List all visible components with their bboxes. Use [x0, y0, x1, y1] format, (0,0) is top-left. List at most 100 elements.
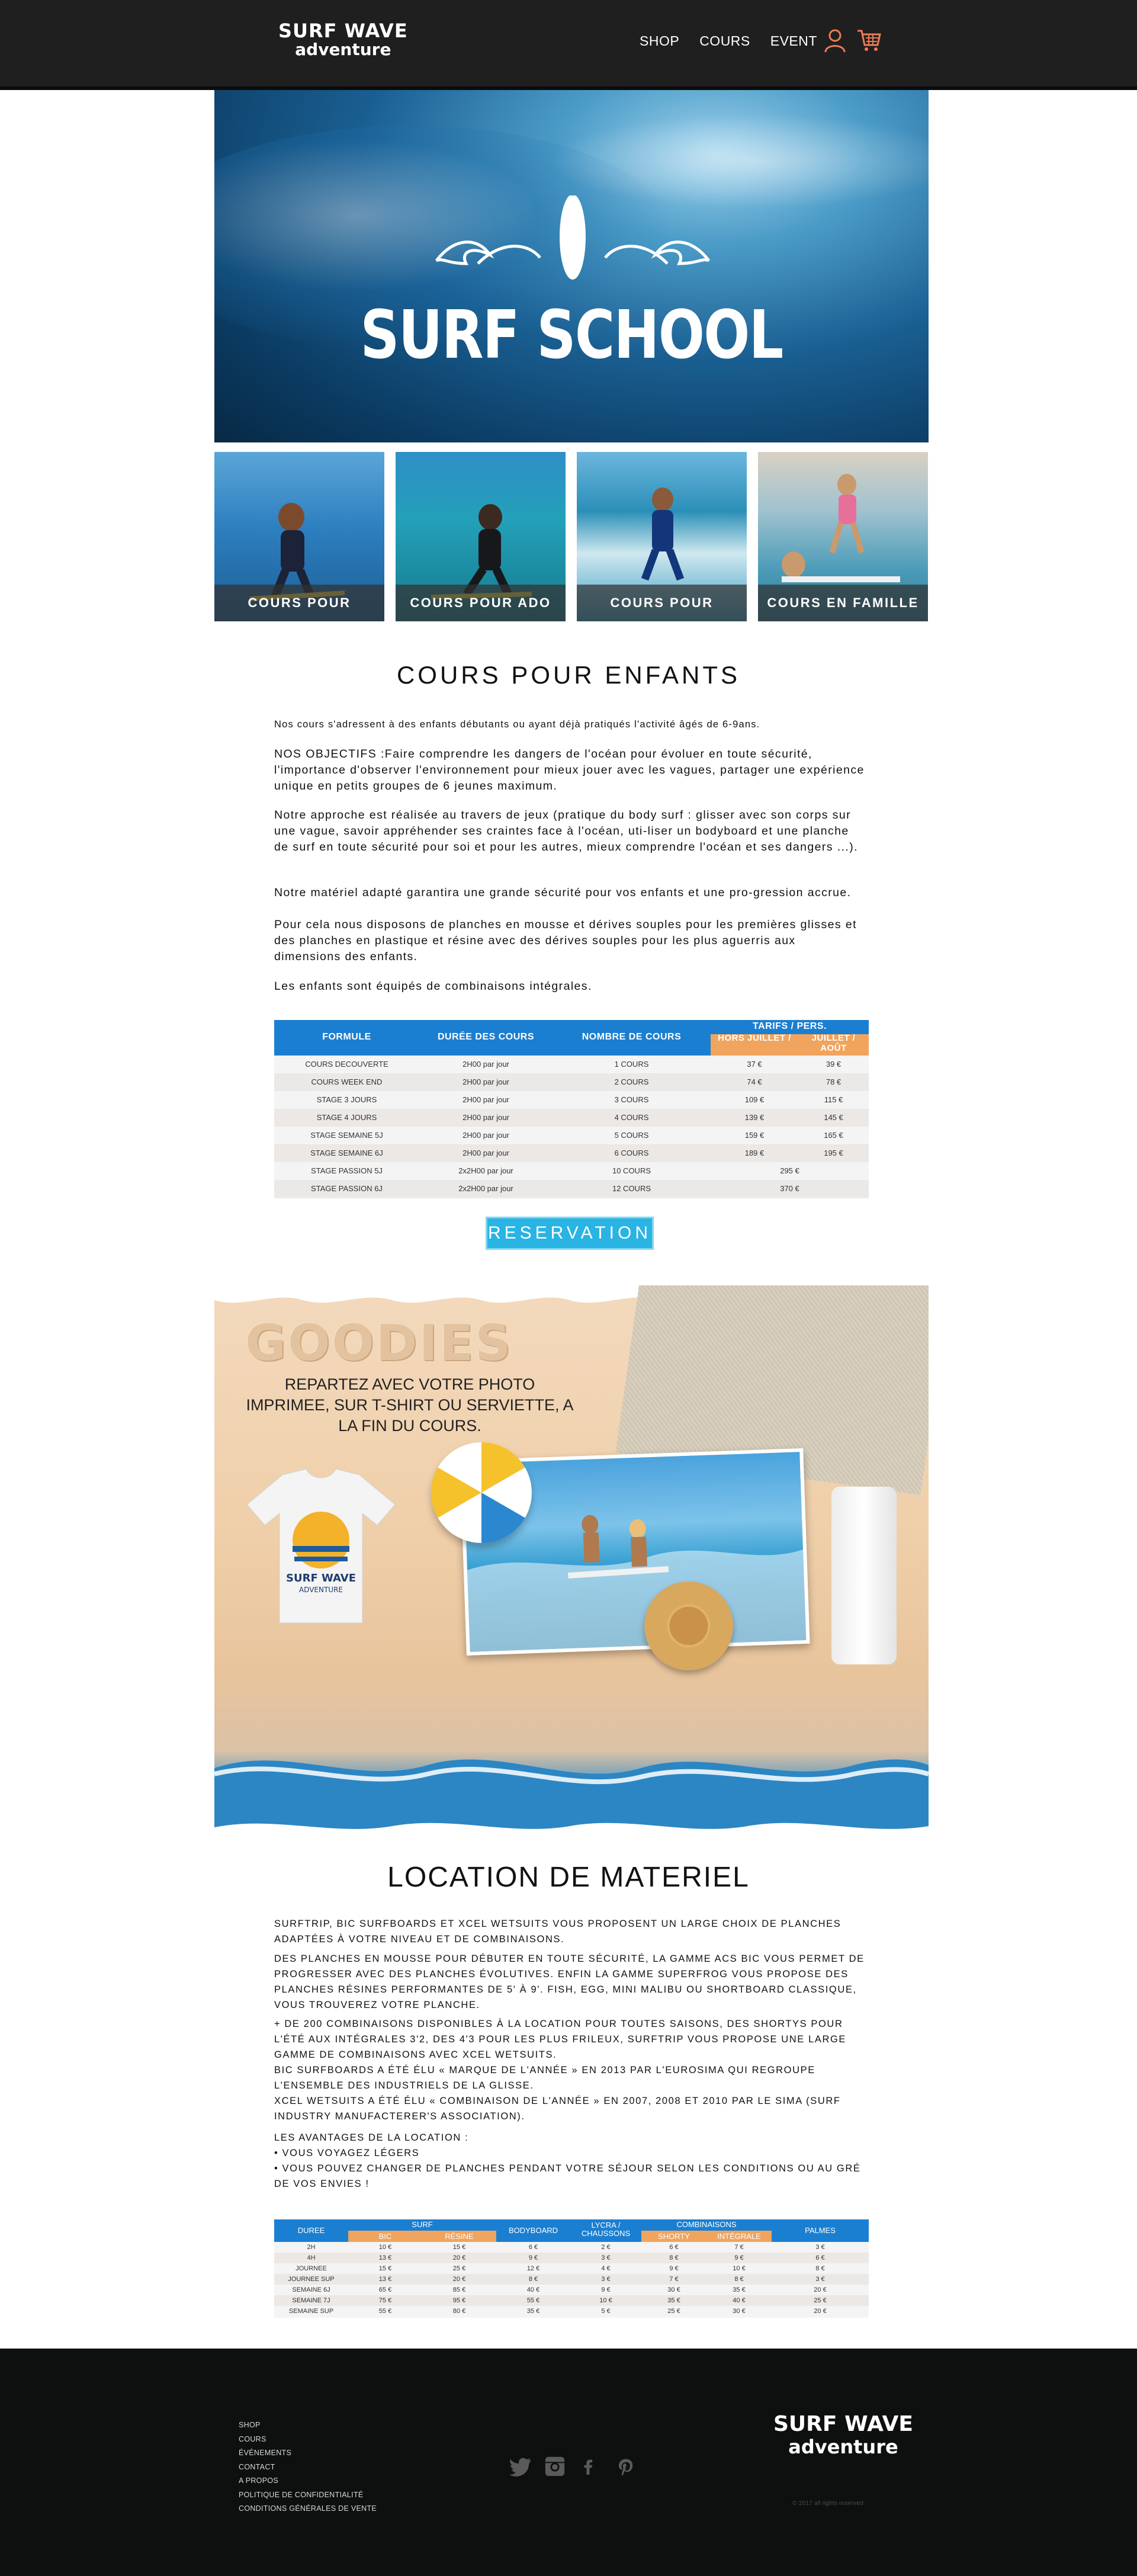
footer-link-shop[interactable]: SHOP	[239, 2418, 377, 2433]
th-combinaisons: COMBINAISONS	[676, 2220, 737, 2229]
cell: 13 €	[378, 2254, 392, 2261]
cours-approche: Notre approche est réalisée au travers d…	[274, 809, 858, 854]
cell: 2H00 par jour	[462, 1077, 509, 1086]
cell: 145 €	[824, 1113, 843, 1122]
logo-line1: SURF WAVE	[278, 20, 408, 42]
th-tarifs: TARIFS / PERS.	[753, 1021, 827, 1031]
table-row: COURS DECOUVERTE 2H00 par jour 1 COURS 3…	[274, 1056, 869, 1073]
cell: 6 €	[669, 2244, 679, 2251]
location-b2: • Vous pouvez changer de planches pendan…	[274, 2163, 861, 2189]
card-famille[interactable]: COURS EN FAMILLE	[758, 452, 928, 621]
cell: 4H	[307, 2254, 316, 2261]
social-links	[507, 2455, 641, 2479]
card-ado[interactable]: COURS POUR ADO	[396, 452, 566, 621]
cell: 3 €	[601, 2276, 611, 2283]
cell: 37 €	[747, 1060, 762, 1069]
nav-cours[interactable]: COURS	[699, 33, 750, 49]
cell: 65 €	[378, 2286, 392, 2293]
location-table: DUREE SURF BIC RÉSINE BODYBOARD LYCRA / …	[274, 2219, 869, 2318]
course-cards: COURS POUR ENFANTS COURS POUR ADO COURS …	[214, 452, 929, 621]
cell: 159 €	[744, 1131, 765, 1140]
cell: 95 €	[452, 2297, 466, 2304]
goodies-title: GOODIES	[245, 1314, 513, 1372]
location-b1: • Vous voyagez légers	[274, 2148, 420, 2158]
cell: 2 €	[601, 2244, 611, 2251]
cell: 20 €	[814, 2308, 827, 2315]
th-nombre: NOMBRE DE COURS	[582, 1032, 682, 1042]
cart-icon[interactable]	[856, 27, 882, 53]
cell: 5 €	[601, 2308, 611, 2315]
th-bodyboard: BODYBOARD	[508, 2226, 558, 2235]
cell: 10 COURS	[612, 1166, 651, 1175]
card-label: COURS POUR ADO	[396, 585, 566, 621]
cell: 10 €	[733, 2265, 746, 2272]
card-adultes[interactable]: COURS POUR ADULTES	[577, 452, 747, 621]
table-row: STAGE SEMAINE 6J 2H00 par jour 6 COURS 1…	[274, 1144, 869, 1162]
card-enfants[interactable]: COURS POUR ENFANTS	[214, 452, 384, 621]
cell: 165 €	[824, 1131, 843, 1140]
footer-link-evenements[interactable]: ÉVÉNEMENTS	[239, 2446, 377, 2460]
footer-link-apropos[interactable]: A PROPOS	[239, 2474, 377, 2488]
cell: 30 €	[733, 2308, 746, 2315]
surfboard-waves-icon	[435, 195, 710, 280]
reservation-button[interactable]: RESERVATION	[486, 1217, 654, 1250]
cell: 40 €	[526, 2286, 540, 2293]
cell: 2H00 par jour	[462, 1060, 509, 1069]
table-row: SEMAINE 7J 75 € 95 € 55 € 10 € 35 € 40 €…	[274, 2295, 869, 2306]
cell: 2H00 par jour	[462, 1113, 509, 1122]
table-row: JOURNEE SUP 13 € 20 € 8 € 3 € 7 € 8 € 3 …	[274, 2274, 869, 2285]
cell: 7 €	[669, 2276, 679, 2283]
facebook-icon[interactable]	[580, 2455, 604, 2479]
th-palmes: PALMES	[805, 2226, 836, 2235]
tshirt-text-2: ADVENTURE	[299, 1586, 343, 1594]
footer-link-cours[interactable]: COURS	[239, 2433, 377, 2447]
table-row: STAGE PASSION 5J 2x2H00 par jour 10 COUR…	[274, 1162, 869, 1180]
cours-intro: Nos cours s'adressent à des enfants débu…	[274, 719, 760, 730]
cell: 12 €	[526, 2265, 540, 2272]
cell: 13 €	[378, 2276, 392, 2283]
cell: 20 €	[452, 2254, 466, 2261]
pinterest-icon[interactable]	[617, 2455, 641, 2479]
th-duree: DURÉE DES COURS	[437, 1032, 535, 1042]
twitter-icon[interactable]	[507, 2455, 531, 2479]
nav-event[interactable]: EVENT	[770, 33, 817, 49]
cell: 15 €	[378, 2265, 392, 2272]
cell: STAGE SEMAINE 6J	[310, 1149, 383, 1157]
nav-shop[interactable]: SHOP	[640, 33, 679, 49]
cell: 4 €	[601, 2265, 611, 2272]
location-avantages: Les avantages de la location :	[274, 2132, 469, 2143]
cell: 25 €	[667, 2308, 680, 2315]
location-p4: BIC Surfboards a été élu « Marque de l'a…	[274, 2065, 815, 2091]
card-label: COURS POUR ENFANTS	[214, 585, 384, 621]
user-icon[interactable]	[822, 27, 848, 53]
instagram-icon[interactable]	[544, 2455, 567, 2479]
cell: 9 €	[601, 2286, 611, 2293]
th-juillet: JUILLET / AOÛT	[811, 1033, 856, 1053]
beach-ball	[431, 1442, 532, 1543]
footer-logo[interactable]: SURF WAVE adventure	[773, 2414, 913, 2457]
logo[interactable]: SURF WAVE adventure	[278, 21, 408, 58]
cell: STAGE PASSION 5J	[311, 1166, 383, 1175]
card-label: COURS POUR ADULTES	[577, 585, 747, 621]
table-row: SEMAINE 6J 65 € 85 € 40 € 9 € 30 € 35 € …	[274, 2285, 869, 2295]
cell: 30 €	[667, 2286, 680, 2293]
location-p3: + de 200 combinaisons disponibles à la l…	[274, 2019, 847, 2060]
hero-title: SURF SCHOOL	[360, 297, 783, 374]
footer-link-privacy[interactable]: POLITIQUE DE CONFIDENTIALITÉ	[239, 2488, 377, 2503]
bottle	[831, 1487, 897, 1664]
cell: 4 COURS	[614, 1113, 649, 1122]
cell: 6 COURS	[614, 1149, 649, 1157]
cell: 3 €	[815, 2244, 825, 2251]
cell: 85 €	[452, 2286, 466, 2293]
footer-link-contact[interactable]: CONTACT	[239, 2460, 377, 2475]
cell: 2H00 par jour	[462, 1149, 509, 1157]
cell: 35 €	[733, 2286, 746, 2293]
table-row: STAGE SEMAINE 5J 2H00 par jour 5 COURS 1…	[274, 1127, 869, 1144]
footer-link-cgv[interactable]: CONDITIONS GÉNÉRALES DE VENTE	[239, 2502, 377, 2516]
cell: 195 €	[824, 1149, 843, 1157]
location-p1: Surftrip, BIC Surfboards et XCEL Wetsuit…	[274, 1919, 841, 1945]
cell: 39 €	[826, 1060, 841, 1069]
th-bic: BIC	[378, 2232, 392, 2241]
cell: 8 €	[815, 2265, 825, 2272]
cell: 3 €	[601, 2254, 611, 2261]
